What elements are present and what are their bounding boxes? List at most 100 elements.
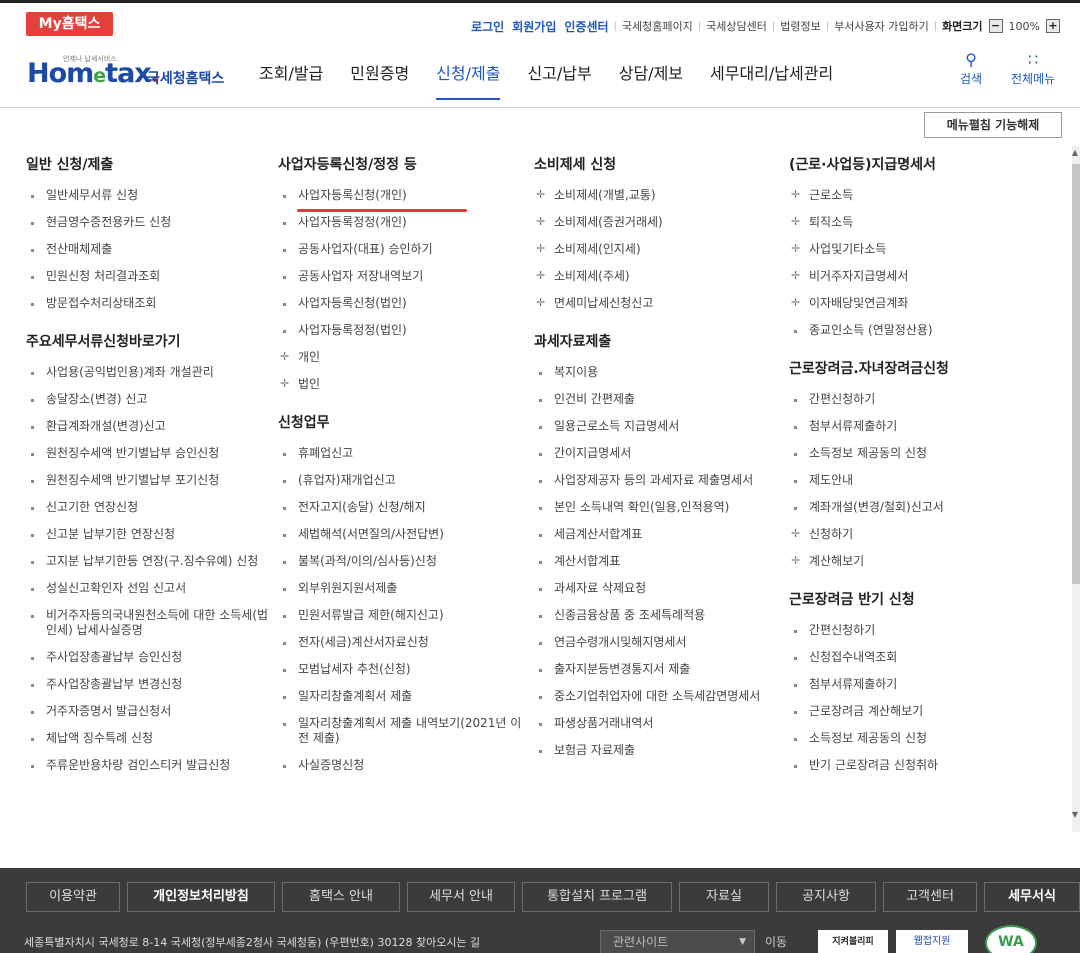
menu-item[interactable]: 일자리창출계획서 제출 내역보기(2021년 이전 제출) bbox=[278, 710, 528, 752]
related-sites-select[interactable]: 관련사이트 ▼ bbox=[600, 930, 755, 953]
menu-item[interactable]: 사업장제공자 등의 과세자료 제출명세서 bbox=[534, 467, 784, 494]
menu-item[interactable]: 주사업장총괄납부 승인신청 bbox=[26, 644, 276, 671]
menu-item[interactable]: (휴업자)재개업신고 bbox=[278, 467, 528, 494]
menu-item[interactable]: 신청접수내역조회 bbox=[789, 644, 1039, 671]
menu-item[interactable]: 환급계좌개설(변경)신고 bbox=[26, 413, 276, 440]
menu-item[interactable]: 소비제세(주세) bbox=[534, 263, 784, 290]
menu-item[interactable]: 법인 bbox=[278, 371, 528, 398]
menu-item[interactable]: 간이지급명세서 bbox=[534, 440, 784, 467]
menu-item[interactable]: 소비제세(인지세) bbox=[534, 236, 784, 263]
menu-item[interactable]: 비거주자지급명세서 bbox=[789, 263, 1039, 290]
all-menu-button[interactable]: ∷ 전체메뉴 bbox=[1011, 52, 1055, 87]
menu-item[interactable]: 면세미납세신청신고 bbox=[534, 290, 784, 317]
menu-item[interactable]: 이자배당및연금계좌 bbox=[789, 290, 1039, 317]
menu-item[interactable]: 주사업장총괄납부 변경신청 bbox=[26, 671, 276, 698]
footer-nav-item[interactable]: 자료실 bbox=[679, 882, 769, 912]
menu-item[interactable]: 현금영수증전용카드 신청 bbox=[26, 209, 276, 236]
menu-expand-release-button[interactable]: 메뉴펼침 기능해제 bbox=[924, 112, 1062, 138]
utility-link[interactable]: 인증센터 bbox=[560, 18, 612, 35]
utility-link[interactable]: 국세상담센터 bbox=[702, 18, 771, 34]
menu-item[interactable]: 간편신청하기 bbox=[789, 386, 1039, 413]
menu-item[interactable]: 신고기한 연장신청 bbox=[26, 494, 276, 521]
footer-nav-item[interactable]: 이용약관 bbox=[26, 882, 120, 912]
menu-item[interactable]: 소비제세(증권거래세) bbox=[534, 209, 784, 236]
menu-item[interactable]: 거주자증명서 발급신청서 bbox=[26, 698, 276, 725]
menu-item[interactable]: 소득정보 제공동의 신청 bbox=[789, 725, 1039, 752]
footer-nav-item[interactable]: 개인정보처리방침 bbox=[127, 882, 275, 912]
menu-item[interactable]: 제도안내 bbox=[789, 467, 1039, 494]
footer-nav-item[interactable]: 세무서식 bbox=[984, 882, 1080, 912]
utility-link[interactable]: 로그인 bbox=[467, 18, 508, 35]
gnb-item[interactable]: 신청/제출 bbox=[436, 60, 501, 100]
menu-item[interactable]: 계산해보기 bbox=[789, 548, 1039, 575]
menu-item[interactable]: 외부위원지원서제출 bbox=[278, 575, 528, 602]
footer-nav-item[interactable]: 고객센터 bbox=[883, 882, 977, 912]
menu-item[interactable]: 사업및기타소득 bbox=[789, 236, 1039, 263]
hometax-logo[interactable]: 언제나 납세서비스 Hometax. 국세청홈택스 bbox=[27, 54, 227, 94]
menu-item[interactable]: 공동사업자 저장내역보기 bbox=[278, 263, 528, 290]
menu-item[interactable]: 간편신청하기 bbox=[789, 617, 1039, 644]
menu-item[interactable]: 방문접수처리상태조회 bbox=[26, 290, 276, 317]
footer-nav-item[interactable]: 통합설치 프로그램 bbox=[522, 882, 672, 912]
menu-item[interactable]: 계좌개설(변경/철회)신고서 bbox=[789, 494, 1039, 521]
menu-item[interactable]: 사업자등록정정(법인) bbox=[278, 317, 528, 344]
menu-item[interactable]: 체납액 징수특례 신청 bbox=[26, 725, 276, 752]
menu-item[interactable]: 신종금융상품 중 조세특례적용 bbox=[534, 602, 784, 629]
gnb-item[interactable]: 신고/납부 bbox=[527, 60, 591, 100]
menu-item[interactable]: 퇴직소득 bbox=[789, 209, 1039, 236]
menu-item[interactable]: 사업자등록신청(개인) bbox=[278, 182, 528, 209]
menu-item[interactable]: 공동사업자(대표) 승인하기 bbox=[278, 236, 528, 263]
menu-item[interactable]: 모범납세자 추천(신청) bbox=[278, 656, 528, 683]
menu-item[interactable]: 사업자등록정정(개인) bbox=[278, 209, 528, 236]
utility-link[interactable]: 회원가입 bbox=[508, 18, 560, 35]
footer-nav-item[interactable]: 공지사항 bbox=[776, 882, 876, 912]
search-button[interactable]: ⚲ 검색 bbox=[960, 52, 982, 87]
menu-item[interactable]: 송달장소(변경) 신고 bbox=[26, 386, 276, 413]
menu-item[interactable]: 전산매체제출 bbox=[26, 236, 276, 263]
menu-item[interactable]: 주류운반용차량 검인스티커 발급신청 bbox=[26, 752, 276, 779]
menu-item[interactable]: 불복(과적/이의/심사등)신청 bbox=[278, 548, 528, 575]
scroll-up-arrow-icon[interactable]: ▲ bbox=[1070, 148, 1080, 162]
menu-item[interactable]: 성실신고확인자 선임 신고서 bbox=[26, 575, 276, 602]
menu-item[interactable]: 개인 bbox=[278, 344, 528, 371]
zoom-out-button[interactable]: − bbox=[988, 19, 1003, 33]
menu-item[interactable]: 신청하기 bbox=[789, 521, 1039, 548]
menu-item[interactable]: 근로장려금 계산해보기 bbox=[789, 698, 1039, 725]
menu-item[interactable]: 보험금 자료제출 bbox=[534, 737, 784, 764]
menu-item[interactable]: 소비제세(개별,교통) bbox=[534, 182, 784, 209]
menu-item[interactable]: 출자지분등변경통지서 제출 bbox=[534, 656, 784, 683]
scrollbar-thumb[interactable] bbox=[1072, 164, 1080, 584]
menu-item[interactable]: 연금수령개시및해지명세서 bbox=[534, 629, 784, 656]
menu-item[interactable]: 신고분 납부기한 연장신청 bbox=[26, 521, 276, 548]
web-accessibility-badge[interactable]: 웹접지원 bbox=[896, 930, 968, 953]
menu-item[interactable]: 일용근로소득 지급명세서 bbox=[534, 413, 784, 440]
menu-item[interactable]: 계산서합계표 bbox=[534, 548, 784, 575]
menu-item[interactable]: 민원서류발급 제한(해지신고) bbox=[278, 602, 528, 629]
menu-item[interactable]: 세금계산서합계표 bbox=[534, 521, 784, 548]
menu-item[interactable]: 비거주자등의국내원천소득에 대한 소득세(법인세) 납세사실증명 bbox=[26, 602, 276, 644]
go-button[interactable]: 이동 bbox=[765, 930, 787, 953]
menu-item[interactable]: 민원신청 처리결과조회 bbox=[26, 263, 276, 290]
menu-item[interactable]: 일자리창출계획서 제출 bbox=[278, 683, 528, 710]
menu-item[interactable]: 일반세무서류 신청 bbox=[26, 182, 276, 209]
gnb-item[interactable]: 조회/발급 bbox=[259, 60, 323, 100]
gnb-item[interactable]: 세무대리/납세관리 bbox=[710, 60, 833, 100]
utility-link[interactable]: 국세청홈페이지 bbox=[618, 18, 697, 34]
zoom-in-button[interactable]: + bbox=[1046, 19, 1060, 33]
certification-badge[interactable]: 지켜볼리피 bbox=[818, 930, 888, 953]
menu-item[interactable]: 근로소득 bbox=[789, 182, 1039, 209]
menu-item[interactable]: 반기 근로장려금 신청취하 bbox=[789, 752, 1039, 779]
menu-item[interactable]: 파생상품거래내역서 bbox=[534, 710, 784, 737]
scroll-down-arrow-icon[interactable]: ▼ bbox=[1070, 810, 1080, 824]
menu-item[interactable]: 종교인소득 (연말정산용) bbox=[789, 317, 1039, 344]
menu-item[interactable]: 과세자료 삭제요청 bbox=[534, 575, 784, 602]
utility-link[interactable]: 법령정보 bbox=[776, 18, 824, 34]
footer-nav-item[interactable]: 홈택스 안내 bbox=[282, 882, 400, 912]
menu-item[interactable]: 고지분 납부기한등 연장(구.징수유예) 신청 bbox=[26, 548, 276, 575]
menu-item[interactable]: 인건비 간편제출 bbox=[534, 386, 784, 413]
my-hometax-button[interactable]: My홈택스 bbox=[26, 12, 113, 36]
menu-item[interactable]: 원천징수세액 반기별납부 승인신청 bbox=[26, 440, 276, 467]
menu-item[interactable]: 원천징수세액 반기별납부 포기신청 bbox=[26, 467, 276, 494]
menu-item[interactable]: 사실증명신청 bbox=[278, 752, 528, 779]
menu-item[interactable]: 첨부서류제출하기 bbox=[789, 671, 1039, 698]
